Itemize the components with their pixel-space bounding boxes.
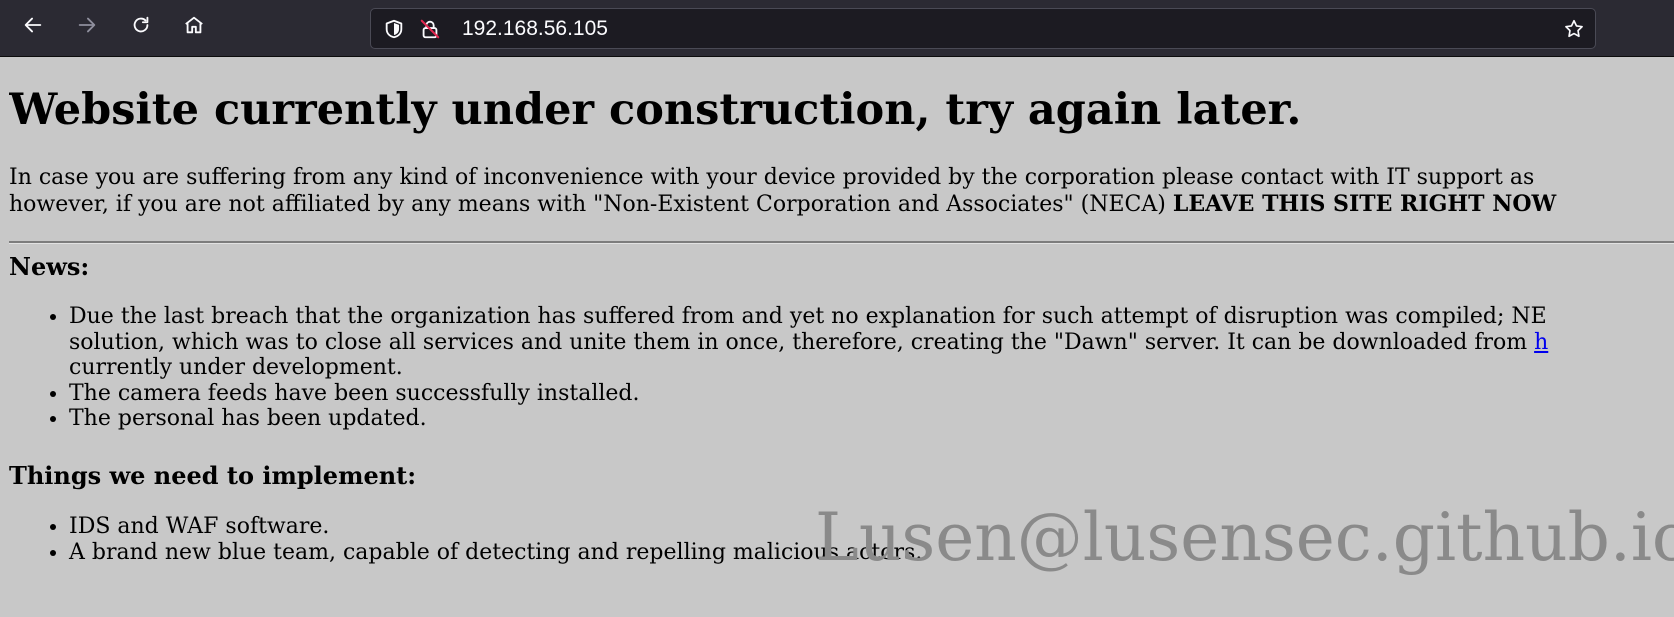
list-item: IDS and WAF software. xyxy=(69,514,922,540)
reload-button[interactable] xyxy=(124,10,158,44)
watermark-text: Lusen@lusensec.github.io xyxy=(815,499,1674,576)
url-bar[interactable]: 192.168.56.105 xyxy=(370,8,1596,49)
list-item: The camera feeds have been successfully … xyxy=(69,381,1548,407)
back-button[interactable] xyxy=(16,10,50,44)
download-link[interactable]: h xyxy=(1534,330,1548,355)
horizontal-rule xyxy=(9,241,1674,244)
reload-icon xyxy=(130,14,152,41)
todo-list: IDS and WAF software. A brand new blue t… xyxy=(9,514,922,565)
list-item: The personal has been updated. xyxy=(69,406,1548,432)
insecure-lock-icon[interactable] xyxy=(419,18,441,40)
news-item-1-line-1: Due the last breach that the organizatio… xyxy=(69,304,1547,329)
intro-line-1: In case you are suffering from any kind … xyxy=(9,165,1535,190)
home-button[interactable] xyxy=(177,10,211,44)
arrow-left-icon xyxy=(22,14,44,41)
intro-line-2: however, if you are not affiliated by an… xyxy=(9,191,1556,218)
browser-toolbar: 192.168.56.105 xyxy=(0,0,1674,57)
star-icon[interactable] xyxy=(1563,18,1585,40)
news-item-1-line-3: currently under development. xyxy=(69,355,403,381)
news-heading: News: xyxy=(9,252,90,281)
forward-button[interactable] xyxy=(70,10,104,44)
todo-heading: Things we need to implement: xyxy=(9,461,417,490)
url-text[interactable]: 192.168.56.105 xyxy=(462,17,608,41)
intro-line-2-text: however, if you are not affiliated by an… xyxy=(9,192,1173,217)
news-list: Due the last breach that the organizatio… xyxy=(9,304,1548,432)
page-heading: Website currently under construction, tr… xyxy=(9,85,1302,135)
shield-icon[interactable] xyxy=(383,18,405,40)
home-icon xyxy=(183,14,205,41)
arrow-right-icon xyxy=(76,14,98,41)
list-item: Due the last breach that the organizatio… xyxy=(69,304,1548,381)
list-item: A brand new blue team, capable of detect… xyxy=(69,540,922,566)
intro-warning: LEAVE THIS SITE RIGHT NOW xyxy=(1172,191,1557,217)
news-item-1-line-2: solution, which was to close all service… xyxy=(69,329,1535,355)
intro-paragraph: In case you are suffering from any kind … xyxy=(9,165,1556,218)
